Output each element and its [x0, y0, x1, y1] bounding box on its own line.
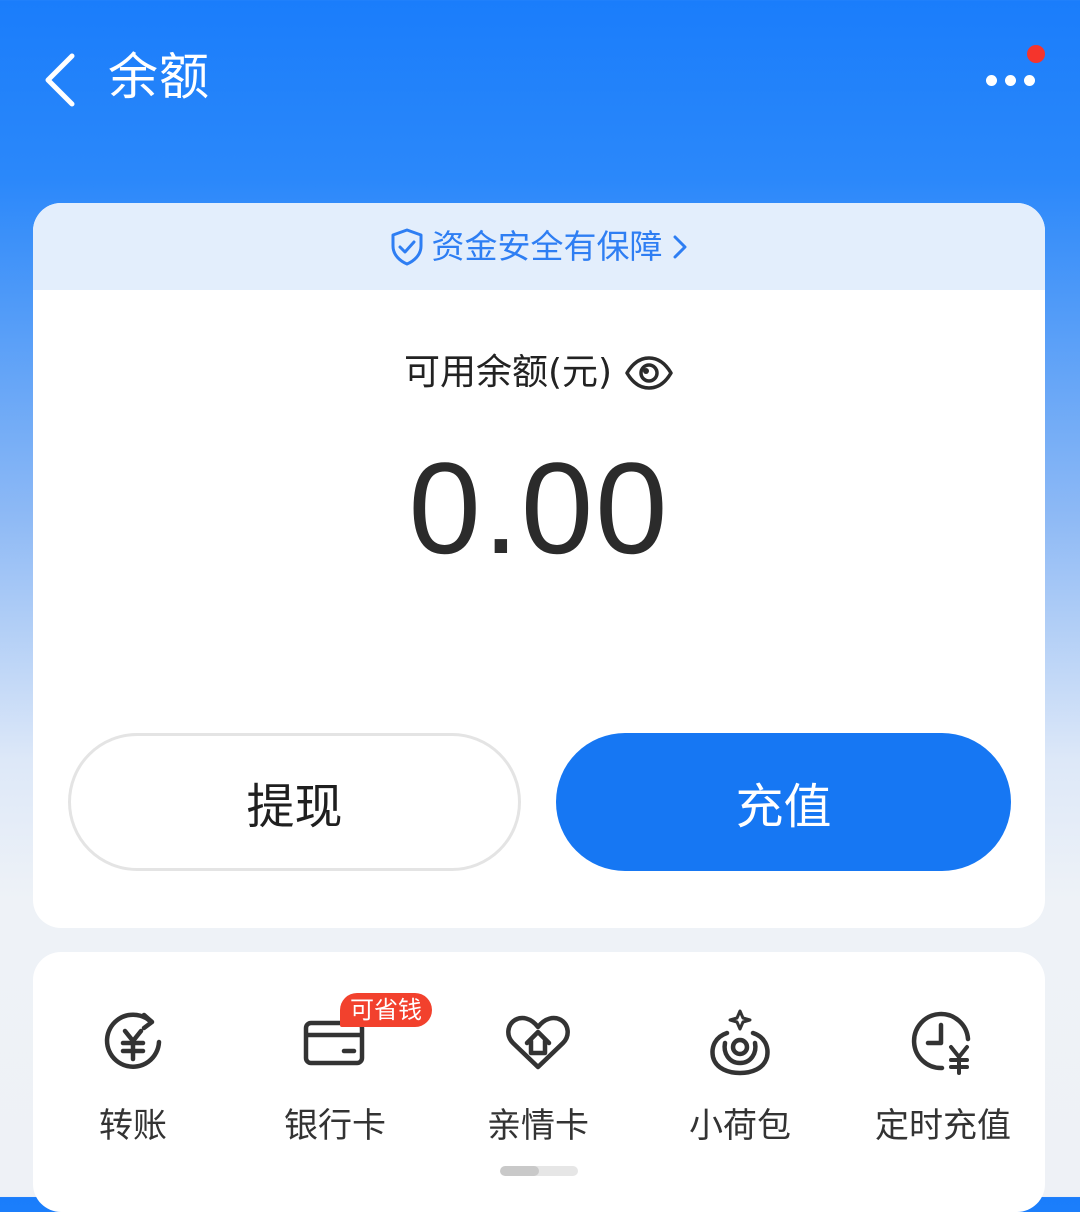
- toggle-visibility-button[interactable]: [624, 355, 674, 391]
- transfer-yuan-icon: [104, 1012, 162, 1069]
- shield-check-icon: [391, 228, 422, 265]
- eye-icon: [625, 356, 673, 390]
- scheduled-recharge-clock-icon: [911, 1011, 971, 1075]
- balance-amount: 0.00: [408, 435, 670, 581]
- page-indicator: [500, 1166, 578, 1176]
- balance-card: 资金安全有保障 可用余额(元) 0.00 提现 充值: [33, 203, 1045, 928]
- shortcut-small-pouch[interactable]: 小荷包: [640, 992, 840, 1152]
- shortcut-scheduled-recharge[interactable]: 定时充值: [843, 992, 1043, 1152]
- back-arrow-icon: [45, 53, 75, 107]
- back-button[interactable]: [30, 40, 90, 120]
- shortcut-label: 定时充值: [875, 1106, 1011, 1146]
- chevron-right-icon: [673, 235, 686, 258]
- page-indicator-active: [500, 1166, 539, 1176]
- page-title: 余额: [108, 48, 210, 106]
- shortcut-family-card[interactable]: 亲情卡: [438, 992, 638, 1152]
- more-dots-icon: [985, 74, 1035, 86]
- family-card-heart-icon: [506, 1015, 570, 1070]
- security-text: 资金安全有保障: [431, 226, 663, 266]
- shortcut-label: 转账: [99, 1106, 167, 1146]
- recharge-button[interactable]: 充值: [556, 733, 1011, 871]
- shortcut-label: 亲情卡: [487, 1106, 589, 1146]
- available-balance-label: 可用余额(元): [403, 352, 613, 393]
- withdraw-button[interactable]: 提现: [68, 733, 521, 871]
- small-pouch-icon: [710, 1009, 770, 1076]
- shortcut-label: 小荷包: [689, 1106, 791, 1146]
- shortcut-label: 银行卡: [284, 1106, 386, 1146]
- save-money-badge: 可省钱: [340, 993, 432, 1027]
- fund-security-banner[interactable]: 资金安全有保障: [33, 203, 1045, 290]
- shortcut-transfer[interactable]: 转账: [33, 992, 233, 1152]
- top-bar: 余额: [0, 0, 1080, 160]
- shortcut-panel: 转账 银行卡 可省钱 亲情卡 小荷包 定时充值: [33, 952, 1045, 1212]
- balance-label-row: 可用余额(元): [33, 348, 1045, 398]
- notification-dot: [1027, 45, 1045, 63]
